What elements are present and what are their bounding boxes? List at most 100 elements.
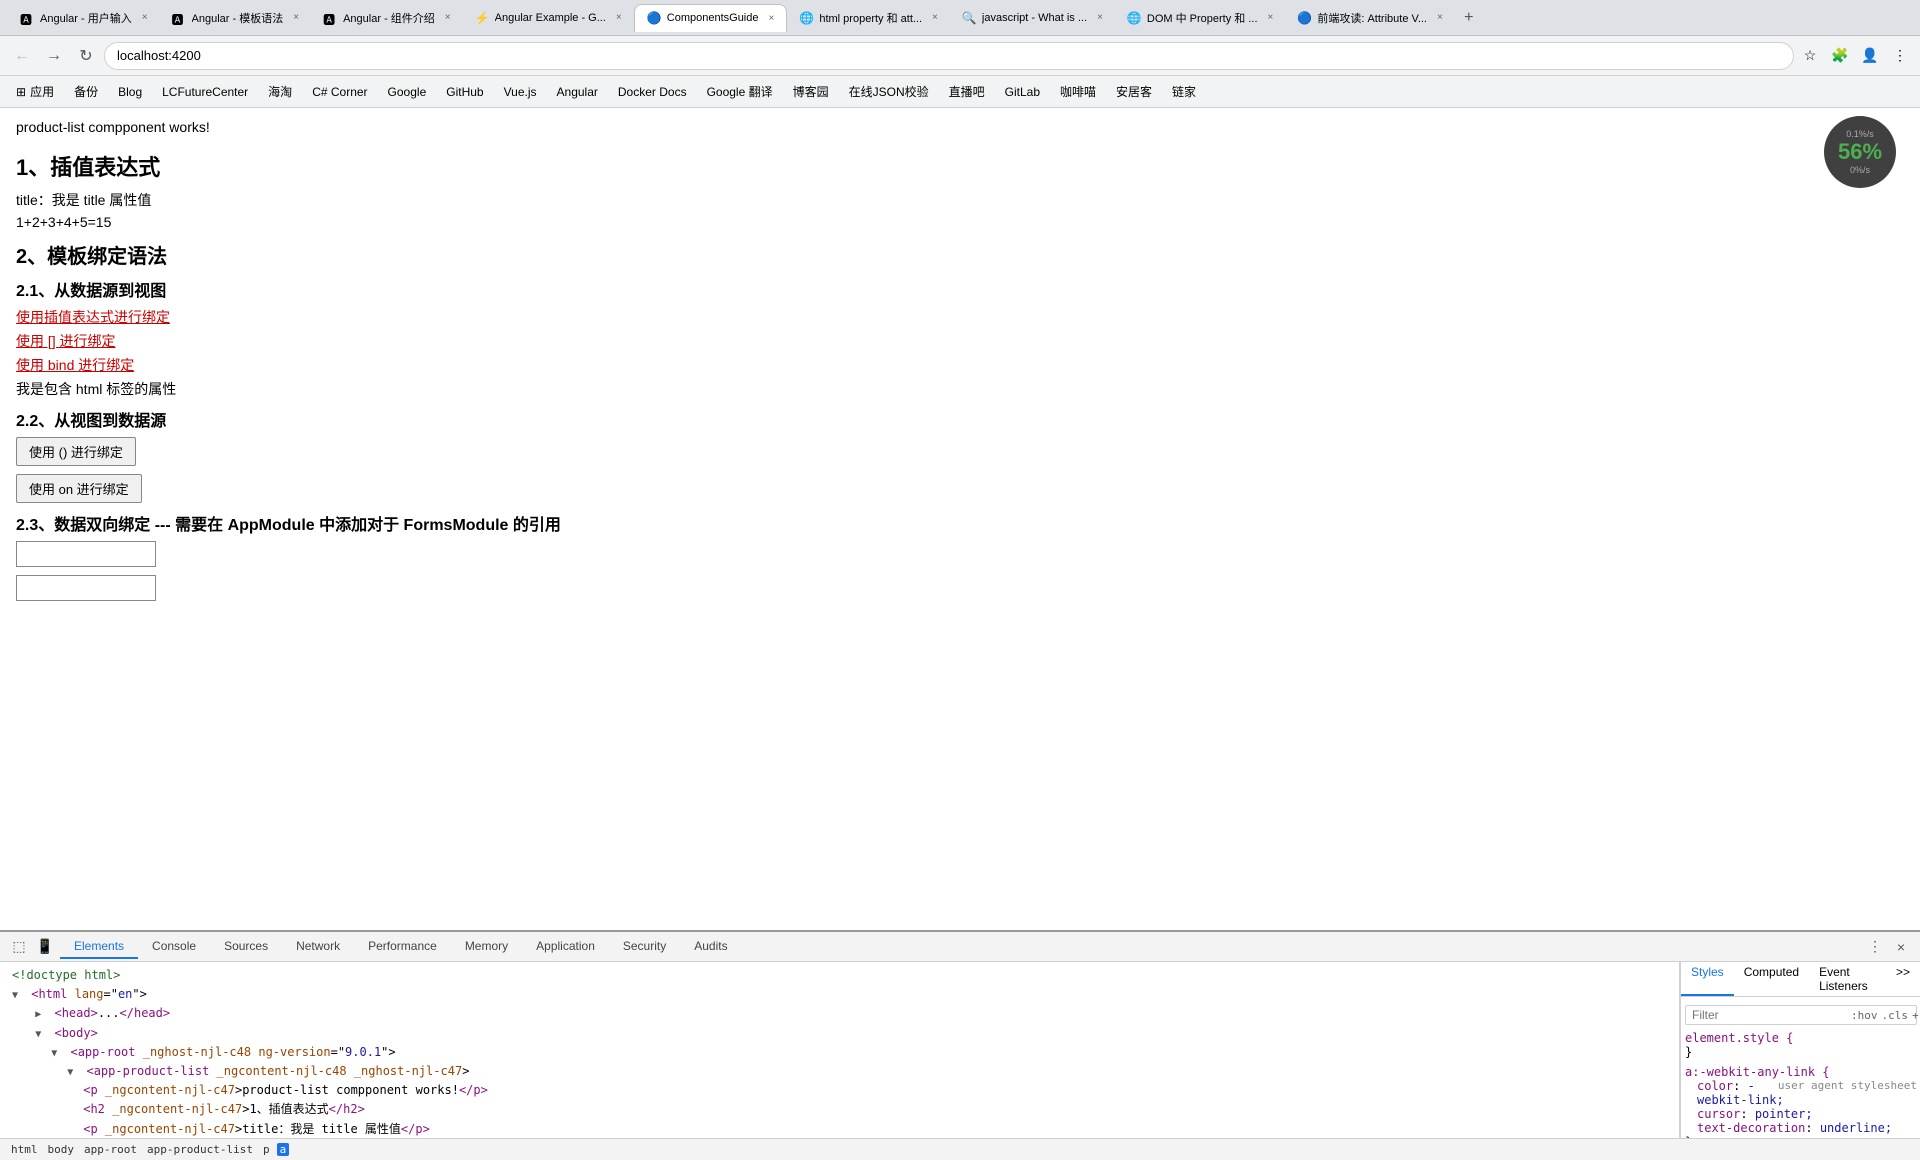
- tab-favicon-2: 🅰: [323, 11, 337, 25]
- tab-8[interactable]: 🔵 前端攻读: Attribute V... ×: [1285, 4, 1454, 32]
- bookmark-lianjia[interactable]: 链家: [1164, 81, 1204, 102]
- bookmark-icon[interactable]: ☆: [1798, 44, 1822, 68]
- devtools-tab-sources[interactable]: Sources: [210, 935, 282, 959]
- tab-more[interactable]: >>: [1886, 962, 1920, 996]
- bookmark-gitlab[interactable]: GitLab: [997, 83, 1048, 101]
- devtools-tab-security[interactable]: Security: [609, 935, 680, 959]
- bookmark-anjuke[interactable]: 安居客: [1108, 81, 1160, 102]
- bookmark-docker[interactable]: Docker Docs: [610, 83, 695, 101]
- tab-3[interactable]: ⚡ Angular Example - G... ×: [463, 4, 634, 32]
- breadcrumb-p[interactable]: p: [260, 1143, 273, 1156]
- bookmark-angular[interactable]: Angular: [549, 83, 606, 101]
- tab-styles[interactable]: Styles: [1681, 962, 1734, 996]
- elem-body[interactable]: ▼ <body>: [8, 1024, 1671, 1043]
- bookmark-label: Google: [388, 85, 427, 99]
- bookmark-label: 安居客: [1116, 83, 1152, 100]
- devtools-tab-memory[interactable]: Memory: [451, 935, 522, 959]
- elem-head[interactable]: ▶ <head>...</head>: [8, 1004, 1671, 1023]
- bookmark-haitao[interactable]: 海淘: [260, 81, 300, 102]
- tab-close-0[interactable]: ×: [142, 12, 148, 23]
- link3[interactable]: 使用 bind 进行绑定: [16, 355, 1904, 375]
- tab-computed[interactable]: Computed: [1734, 962, 1809, 996]
- bookmark-label: 海淘: [268, 83, 292, 100]
- tab-7[interactable]: 🌐 DOM 中 Property 和 ... ×: [1115, 4, 1285, 32]
- tab-close-6[interactable]: ×: [1097, 12, 1103, 23]
- devtools-tab-elements[interactable]: Elements: [60, 935, 138, 959]
- devtools-tab-application[interactable]: Application: [522, 935, 609, 959]
- address-bar[interactable]: localhost:4200: [104, 42, 1794, 70]
- bookmark-label: GitLab: [1005, 85, 1040, 99]
- devtools-tab-console[interactable]: Console: [138, 935, 210, 959]
- extensions-icon[interactable]: 🧩: [1828, 44, 1852, 68]
- back-button[interactable]: ←: [8, 42, 36, 70]
- bookmark-live[interactable]: 直播吧: [941, 81, 993, 102]
- tab-close-5[interactable]: ×: [932, 12, 938, 23]
- bookmark-json[interactable]: 在线JSON校验: [841, 81, 937, 102]
- filter-hov[interactable]: :hov: [1851, 1009, 1878, 1022]
- elem-html[interactable]: ▼ <html lang="en">: [8, 985, 1671, 1004]
- bookmark-google[interactable]: Google: [380, 83, 435, 101]
- bookmark-cnblogs[interactable]: 博客园: [785, 81, 837, 102]
- tab-2[interactable]: 🅰 Angular - 组件介绍 ×: [311, 4, 463, 32]
- tab-close-4[interactable]: ×: [769, 13, 775, 24]
- bookmark-label: LCFutureCenter: [162, 85, 248, 99]
- breadcrumb-body[interactable]: body: [45, 1143, 78, 1156]
- devtools-more-icon[interactable]: ⋮: [1864, 936, 1886, 958]
- breadcrumb-a[interactable]: a: [277, 1143, 290, 1156]
- tab-1[interactable]: 🅰 Angular - 模板语法 ×: [160, 4, 312, 32]
- tab-close-2[interactable]: ×: [445, 12, 451, 23]
- bookmark-apps[interactable]: ⊞ 应用: [8, 81, 62, 102]
- rule-selector: a:-webkit-any-link {: [1685, 1065, 1830, 1079]
- device-toolbar-icon[interactable]: 📱: [34, 936, 56, 958]
- link2[interactable]: 使用 [] 进行绑定: [16, 331, 1904, 351]
- bookmark-label: Angular: [557, 85, 598, 99]
- elem-approot[interactable]: ▼ <app-root _nghost-njl-c48 ng-version="…: [8, 1043, 1671, 1062]
- bookmark-blog[interactable]: Blog: [110, 83, 150, 101]
- btn-parentheses-bind[interactable]: 使用 () 进行绑定: [16, 437, 136, 466]
- tab-close-7[interactable]: ×: [1268, 12, 1274, 23]
- breadcrumb-approot[interactable]: app-root: [81, 1143, 140, 1156]
- reload-button[interactable]: ↻: [72, 42, 100, 70]
- tab-4[interactable]: 🔵 ComponentsGuide ×: [634, 4, 788, 32]
- profile-icon[interactable]: 👤: [1858, 44, 1882, 68]
- new-tab-button[interactable]: +: [1455, 4, 1483, 32]
- styles-filter-input[interactable]: [1692, 1008, 1847, 1022]
- bookmark-lcfuture[interactable]: LCFutureCenter: [154, 83, 256, 101]
- tab-close-3[interactable]: ×: [616, 12, 622, 23]
- link1[interactable]: 使用插值表达式进行绑定: [16, 307, 1904, 327]
- tab-favicon-7: 🌐: [1127, 11, 1141, 25]
- forward-button[interactable]: →: [40, 42, 68, 70]
- bookmark-coffee[interactable]: 咖啡喵: [1052, 81, 1104, 102]
- add-rule-btn[interactable]: +: [1912, 1009, 1919, 1022]
- breadcrumb-appproductlist[interactable]: app-product-list: [144, 1143, 256, 1156]
- bookmark-csharp[interactable]: C# Corner: [304, 83, 375, 101]
- tab-event-listeners[interactable]: Event Listeners: [1809, 962, 1886, 996]
- two-way-input-2[interactable]: [16, 575, 156, 601]
- elem-appproductlist[interactable]: ▼ <app-product-list _ngcontent-njl-c48 _…: [8, 1062, 1671, 1081]
- rule-element-style: element.style { }: [1685, 1031, 1917, 1059]
- devtools-tab-audits[interactable]: Audits: [680, 935, 741, 959]
- tab-5[interactable]: 🌐 html property 和 att... ×: [787, 4, 950, 32]
- tab-6[interactable]: 🔍 javascript - What is ... ×: [950, 4, 1115, 32]
- inspect-element-icon[interactable]: ⬚: [8, 936, 30, 958]
- devtools-tab-network[interactable]: Network: [282, 935, 354, 959]
- two-way-input-1[interactable]: [16, 541, 156, 567]
- breadcrumb-html[interactable]: html: [8, 1143, 41, 1156]
- devtools-close-icon[interactable]: ×: [1890, 936, 1912, 958]
- filter-cls[interactable]: .cls: [1882, 1009, 1909, 1022]
- menu-icon[interactable]: ⋮: [1888, 44, 1912, 68]
- bookmark-translate[interactable]: Google 翻译: [699, 81, 781, 102]
- elem-p-intro[interactable]: <p _ngcontent-njl-c47>product-list compp…: [8, 1081, 1671, 1100]
- elem-h2-1[interactable]: <h2 _ngcontent-njl-c47>1、插值表达式</h2>: [8, 1100, 1671, 1119]
- bookmark-github[interactable]: GitHub: [438, 83, 491, 101]
- bookmark-backup[interactable]: 备份: [66, 81, 106, 102]
- tab-close-1[interactable]: ×: [293, 12, 299, 23]
- tab-0[interactable]: 🅰 Angular - 用户输入 ×: [8, 4, 160, 32]
- btn-on-bind[interactable]: 使用 on 进行绑定: [16, 474, 142, 503]
- tab-close-8[interactable]: ×: [1437, 12, 1443, 23]
- bookmark-vuejs[interactable]: Vue.js: [496, 83, 545, 101]
- elem-p-title[interactable]: <p _ngcontent-njl-c47>title：我是 title 属性值…: [8, 1120, 1671, 1139]
- tab-favicon-1: 🅰: [172, 11, 186, 25]
- devtools-breadcrumb: html body app-root app-product-list p a: [0, 1138, 1920, 1160]
- devtools-tab-performance[interactable]: Performance: [354, 935, 451, 959]
